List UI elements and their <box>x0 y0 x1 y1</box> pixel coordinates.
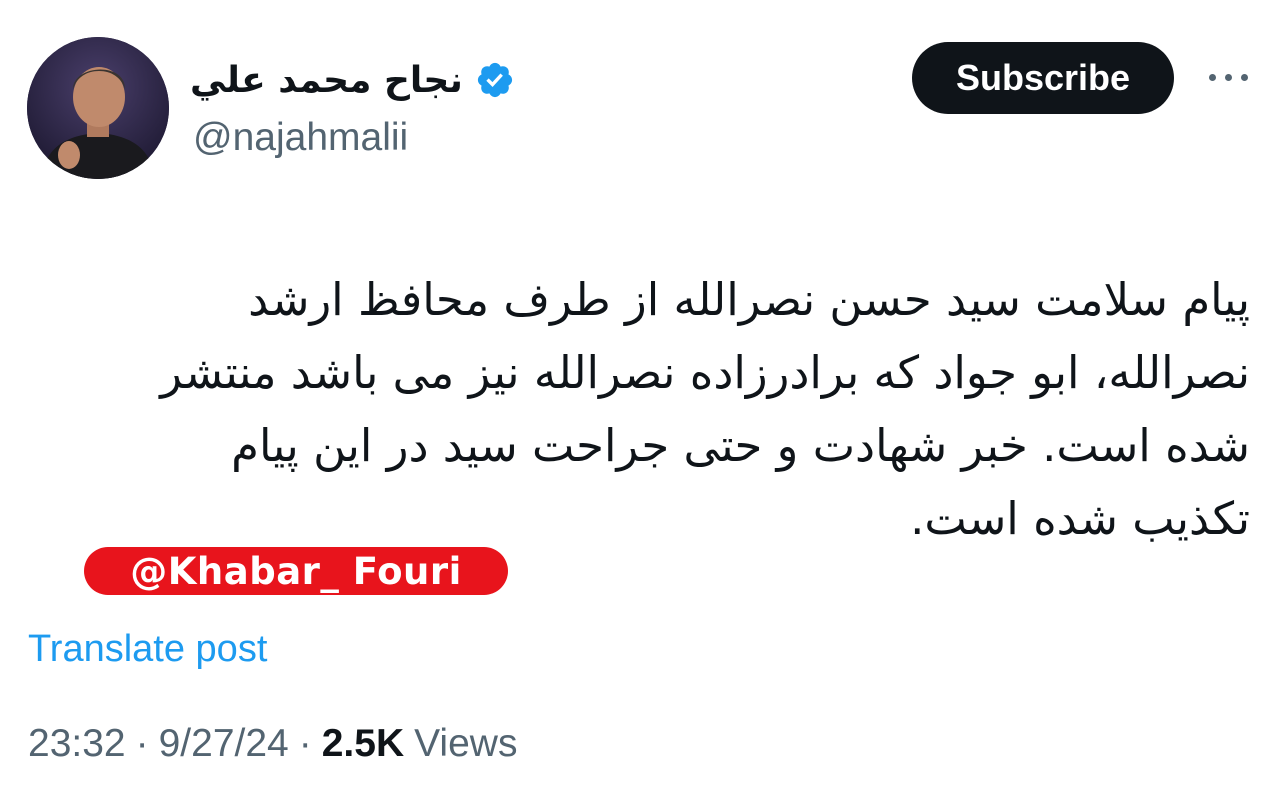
more-dots-icon[interactable] <box>1200 62 1256 92</box>
tweet-meta: 23:32 · 9/27/24 · 2.5K Views <box>28 722 517 766</box>
tweet-text-line: تکذیب شده است. <box>910 492 1250 545</box>
translate-post-link[interactable]: Translate post <box>28 628 267 671</box>
tweet-text-line: پیام سلامت سید حسن نصرالله از طرف محافظ … <box>248 273 1250 326</box>
views-count[interactable]: 2.5K <box>322 722 414 766</box>
tweet-text: پیام سلامت سید حسن نصرالله از طرف محافظ … <box>70 263 1250 555</box>
meta-separator: · <box>135 722 149 765</box>
channel-watermark: @Khabar_ Fouri <box>84 547 508 595</box>
author-handle[interactable]: @najahmalii <box>193 116 408 160</box>
display-name[interactable]: نجاح محمد علي <box>190 52 515 108</box>
tweet-time[interactable]: 23:32 <box>28 722 126 766</box>
more-dot <box>1240 73 1248 81</box>
tweet-text-line: نصرالله، ابو جواد که برادرزاده نصرالله ن… <box>160 346 1250 399</box>
avatar-photo <box>27 37 169 179</box>
more-dot <box>1208 73 1216 81</box>
meta-separator: · <box>298 722 312 765</box>
tweet-date[interactable]: 9/27/24 <box>159 722 289 766</box>
tweet-text-line: شده است. خبر شهادت و حتی جراحت سید در ای… <box>231 419 1250 472</box>
more-dot <box>1224 73 1232 81</box>
views-label: Views <box>414 722 518 765</box>
subscribe-button[interactable]: Subscribe <box>912 42 1174 114</box>
avatar[interactable] <box>27 37 169 179</box>
display-name-text: نجاح محمد علي <box>190 59 463 101</box>
verified-badge-icon[interactable] <box>475 60 515 100</box>
